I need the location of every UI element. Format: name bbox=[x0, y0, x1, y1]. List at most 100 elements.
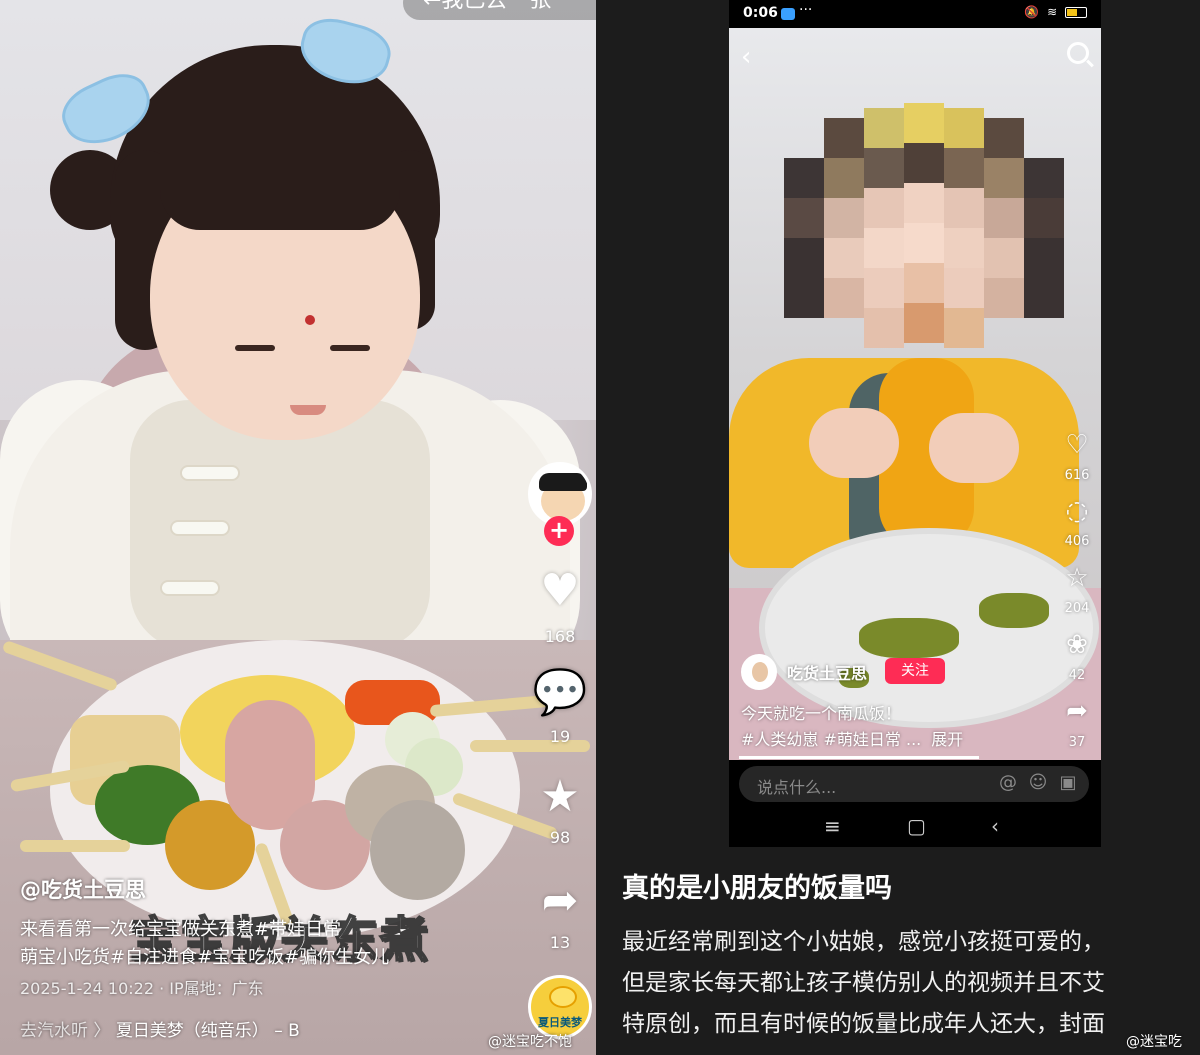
status-more: ··· bbox=[799, 2, 813, 18]
food-skewer bbox=[20, 840, 130, 852]
mosaic-block bbox=[944, 188, 984, 228]
comment-icon[interactable]: ◌ bbox=[1059, 496, 1095, 526]
android-navigation-bar: ≡ ▢ ‹ bbox=[729, 806, 1101, 847]
eye bbox=[235, 345, 275, 351]
gift-icon[interactable]: ❀ bbox=[1059, 630, 1095, 660]
wifi-icon: ≋ bbox=[1047, 5, 1060, 19]
mosaic-block bbox=[824, 278, 864, 318]
menu-icon[interactable]: ≡ bbox=[824, 814, 841, 838]
food-fishcake bbox=[370, 800, 465, 900]
coat-knot bbox=[170, 520, 230, 536]
article-line: 特原创，而且有时候的饭量比成年人还大，封面 bbox=[622, 1011, 1105, 1037]
video-player[interactable]: ‹ ♡ 616 ◌ 406 ☆ 204 ❀ 42 ➦ 37 吃货土豆思 关注 今… bbox=[729, 28, 1101, 760]
child-bangs bbox=[160, 140, 400, 230]
favorite-count: 204 bbox=[1064, 601, 1090, 616]
video-description: 来看看第一次给宝宝做关东煮#带娃日常 萌宝小吃货#自注进食#宝宝吃饭#骗你生女儿 bbox=[20, 916, 480, 972]
weibo-watermark: @迷宝吃不饱 bbox=[488, 1034, 572, 1050]
comparison-image: ←我已去一张 + ♥ 168 💬 19 ★ 98 ➦ 13 宝宝版关东煮 @吃货… bbox=[0, 0, 1200, 1055]
share-count: 37 bbox=[1068, 735, 1086, 750]
mosaic-block bbox=[904, 183, 944, 223]
creator-avatar[interactable] bbox=[741, 654, 777, 690]
mosaic-block bbox=[784, 238, 824, 318]
description-line: 来看看第一次给宝宝做关东煮#带娃日常 bbox=[20, 919, 342, 940]
creator-name[interactable]: 吃货土豆思 bbox=[787, 660, 867, 684]
status-time: 0:06 bbox=[743, 5, 778, 21]
music-title: 夏日美梦（纯音乐） – B bbox=[115, 1021, 300, 1041]
favorite-count: 98 bbox=[549, 828, 571, 847]
star-icon[interactable]: ★ bbox=[532, 772, 588, 822]
mosaic-block bbox=[984, 118, 1024, 158]
comment-input[interactable]: 说点什么... @ ☺ ▣ bbox=[739, 766, 1089, 802]
comment-count: 406 bbox=[1064, 534, 1090, 549]
mosaic-block bbox=[1024, 158, 1064, 198]
music-source: 去汽水听 〉 bbox=[20, 1021, 111, 1041]
mosaic-block bbox=[864, 148, 904, 188]
coat-knot bbox=[160, 580, 220, 596]
mosaic-block bbox=[904, 223, 944, 263]
mosaic-block bbox=[824, 198, 864, 238]
article-line: 但是家长每天都让孩子模仿别人的视频并且不艾 bbox=[622, 970, 1105, 996]
post-meta: 2025-1-24 10:22 · IP属地：广东 bbox=[20, 979, 264, 998]
battery-icon bbox=[1065, 7, 1087, 18]
emoji-icon[interactable]: ☺ bbox=[1027, 772, 1049, 794]
at-icon[interactable]: @ bbox=[997, 772, 1019, 794]
comment-icon[interactable]: 💬 bbox=[532, 668, 588, 718]
top-hint-chip[interactable]: ←我已去一张 bbox=[403, 0, 596, 20]
pumpkin-piece bbox=[859, 618, 959, 658]
video-tags: #人类幼崽 #萌娃日常 ... 展开 bbox=[741, 726, 963, 750]
mosaic-block bbox=[984, 198, 1024, 238]
hand bbox=[809, 408, 899, 478]
share-count: 13 bbox=[549, 933, 571, 952]
expand-link[interactable]: 展开 bbox=[931, 730, 963, 749]
comment-placeholder: 说点什么... bbox=[757, 778, 837, 797]
mosaic-block bbox=[944, 148, 984, 188]
comment-count: 19 bbox=[549, 727, 571, 746]
coat-knot bbox=[180, 465, 240, 481]
search-icon[interactable] bbox=[1067, 42, 1089, 64]
heart-icon[interactable]: ♥ bbox=[532, 566, 588, 616]
back-chevron-icon[interactable]: ‹ bbox=[741, 42, 751, 72]
mosaic-block bbox=[784, 198, 824, 238]
hashtags[interactable]: #人类幼崽 #萌娃日常 ... bbox=[741, 730, 921, 749]
mosaic-block bbox=[944, 108, 984, 148]
app-notification-icon bbox=[781, 8, 795, 20]
left-video-screenshot: ←我已去一张 + ♥ 168 💬 19 ★ 98 ➦ 13 宝宝版关东煮 @吃货… bbox=[0, 0, 596, 1055]
back-icon[interactable]: ‹ bbox=[991, 814, 999, 838]
like-count: 168 bbox=[544, 627, 576, 646]
mute-icon: 🔕 bbox=[1024, 5, 1042, 19]
mosaic-block bbox=[944, 308, 984, 348]
follow-button[interactable]: 关注 bbox=[885, 658, 945, 684]
mosaic-block bbox=[824, 238, 864, 278]
pumpkin-piece bbox=[979, 593, 1049, 628]
article-line: 最近经常刷到这个小姑娘，感觉小孩挺可爱的， bbox=[622, 929, 1105, 955]
like-count: 616 bbox=[1064, 468, 1090, 483]
mosaic-block bbox=[904, 143, 944, 183]
mosaic-block bbox=[944, 228, 984, 268]
home-icon[interactable]: ▢ bbox=[907, 814, 926, 838]
video-progress-bar[interactable] bbox=[739, 756, 979, 759]
mosaic-block bbox=[984, 278, 1024, 318]
mosaic-block bbox=[864, 188, 904, 228]
mosaic-block bbox=[864, 308, 904, 348]
description-line: 萌宝小吃货#自注进食#宝宝吃饭#骗你生女儿 bbox=[20, 947, 390, 968]
eye bbox=[330, 345, 370, 351]
share-icon[interactable]: ➦ bbox=[1059, 696, 1095, 726]
weibo-watermark: @迷宝吃 bbox=[1126, 1034, 1182, 1050]
heart-icon[interactable]: ♡ bbox=[1059, 430, 1095, 460]
music-disc[interactable]: 夏日美梦 bbox=[528, 975, 592, 1039]
mosaic-block bbox=[904, 103, 944, 143]
author-handle[interactable]: @吃货土豆思 bbox=[20, 874, 146, 904]
mosaic-block bbox=[984, 238, 1024, 278]
share-icon[interactable]: ➦ bbox=[532, 876, 588, 926]
system-icons: 🔕 ≋ bbox=[1024, 5, 1087, 19]
mosaic-block bbox=[1024, 238, 1064, 318]
phone-screenshot: 0:06 ··· 🔕 ≋ ‹ ♡ 616 ◌ 406 ☆ 204 ❀ 42 ➦ … bbox=[729, 0, 1101, 847]
follow-plus-icon[interactable]: + bbox=[544, 516, 574, 546]
mosaic-block bbox=[864, 268, 904, 308]
image-icon[interactable]: ▣ bbox=[1057, 772, 1079, 794]
mosaic-block bbox=[824, 118, 864, 158]
music-bar[interactable]: 去汽水听 〉 夏日美梦（纯音乐） – B bbox=[20, 1016, 300, 1041]
avatar-hair bbox=[539, 473, 587, 491]
status-bar: 0:06 ··· 🔕 ≋ bbox=[729, 0, 1101, 28]
star-icon[interactable]: ☆ bbox=[1059, 563, 1095, 593]
